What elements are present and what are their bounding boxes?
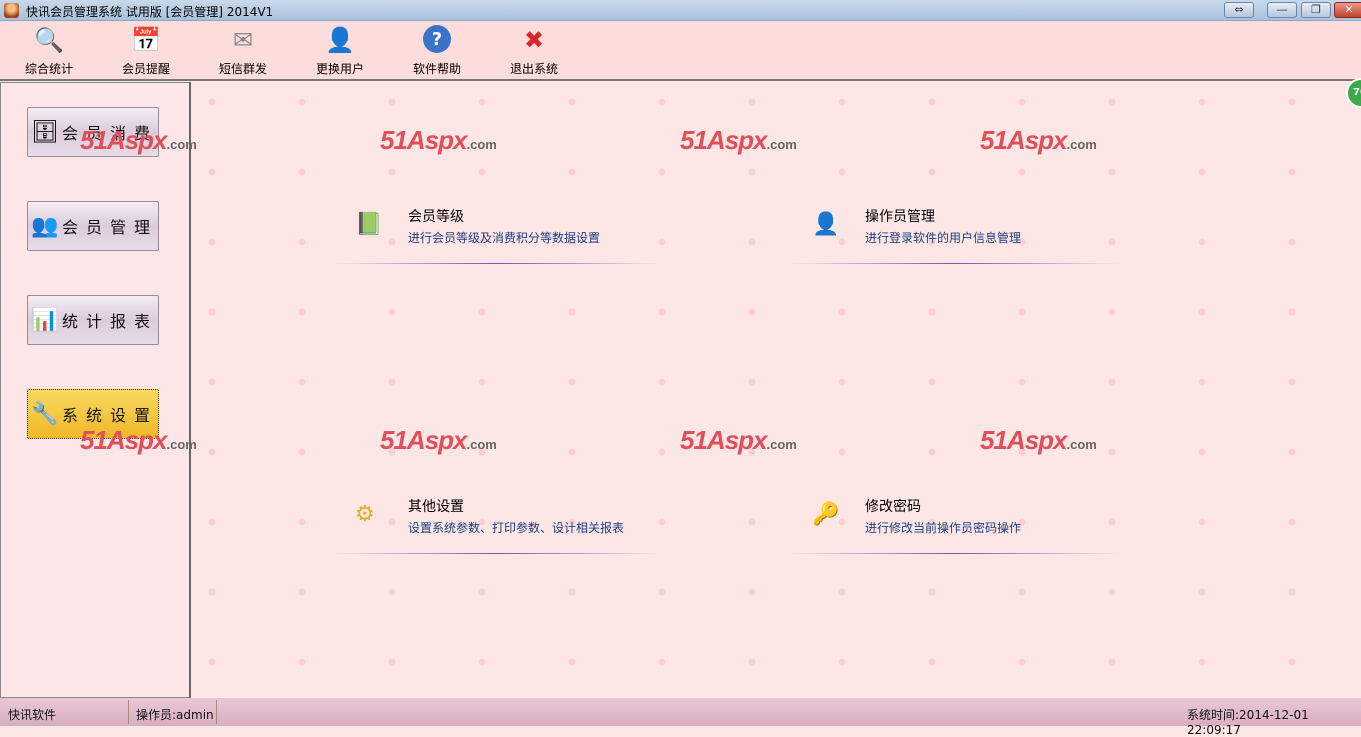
card-desc: 设置系统参数、打印参数、设计相关报表	[408, 521, 625, 535]
card-title: 操作员管理	[865, 209, 935, 225]
title-bar: 快讯会员管理系统 试用版 [会员管理] 2014V1 ⇔ — ❐ ✕	[0, 0, 1361, 21]
users-gear-icon: 👥	[31, 213, 59, 239]
sidebar-item-label: 会员消费	[62, 124, 159, 143]
toolbar-label: 退出系统	[509, 62, 558, 76]
toolbar-label: 更换用户	[315, 62, 364, 76]
toolbar-stats-button[interactable]: 🔍 综合统计	[14, 25, 84, 77]
toolbar: 🔍 综合统计 📅 会员提醒 ✉ 短信群发 👤 更换用户 ? 软件帮助 ✖ 退出系统	[0, 21, 1361, 81]
database-add-icon: 🗄	[31, 119, 59, 145]
exit-x-icon: ✖	[523, 26, 545, 54]
switch-user-icon: 👤	[325, 26, 355, 54]
card-desc: 进行会员等级及消费积分等数据设置	[408, 231, 601, 245]
toolbar-switch-user-button[interactable]: 👤 更换用户	[305, 25, 375, 77]
sidebar-item-reports[interactable]: 📊 统计报表	[27, 295, 159, 345]
calendar-clock-icon: 📅	[131, 26, 161, 54]
envelope-icon: ✉	[232, 26, 254, 54]
resize-button[interactable]: ⇔	[1224, 2, 1254, 18]
toolbar-label: 综合统计	[24, 62, 73, 76]
card-change-password[interactable]: 🔑 修改密码进行修改当前操作员密码操作	[790, 484, 1118, 554]
sidebar-item-member-consume[interactable]: 🗄 会员消费	[27, 107, 159, 157]
card-other-settings[interactable]: ⚙ 其他设置设置系统参数、打印参数、设计相关报表	[333, 484, 661, 554]
card-desc: 进行登录软件的用户信息管理	[865, 231, 1022, 245]
toolbar-label: 软件帮助	[412, 62, 461, 76]
sidebar-item-label: 系统设置	[62, 406, 159, 425]
toolbar-sms-button[interactable]: ✉ 短信群发	[208, 25, 278, 77]
app-icon	[4, 3, 19, 18]
operator-icon: 👤	[812, 212, 840, 237]
gear-icon: ⚙	[355, 502, 375, 527]
toolbar-label: 短信群发	[218, 62, 267, 76]
toolbar-exit-button[interactable]: ✖ 退出系统	[499, 25, 569, 77]
green-book-icon: 📗	[355, 212, 383, 237]
toolbar-label: 会员提醒	[121, 62, 170, 76]
minimize-button[interactable]: —	[1267, 2, 1297, 18]
tools-icon: 🔧	[31, 401, 59, 427]
sidebar: 🗄 会员消费 👥 会员管理 📊 统计报表 🔧 系统设置	[0, 82, 191, 698]
card-title: 会员等级	[408, 209, 464, 225]
status-operator: 操作员:admin	[136, 708, 214, 722]
main-panel: 📗 会员等级进行会员等级及消费积分等数据设置 👤 操作员管理进行登录软件的用户信息管…	[192, 82, 1361, 698]
card-title: 其他设置	[408, 499, 464, 515]
toolbar-reminder-button[interactable]: 📅 会员提醒	[111, 25, 181, 77]
report-magnifier-icon: 📊	[31, 307, 59, 333]
sidebar-item-settings[interactable]: 🔧 系统设置	[27, 389, 159, 439]
maximize-button[interactable]: ❐	[1301, 2, 1331, 18]
toolbar-help-button[interactable]: ? 软件帮助	[402, 25, 472, 77]
card-operator-manage[interactable]: 👤 操作员管理进行登录软件的用户信息管理	[790, 194, 1118, 264]
card-title: 修改密码	[865, 499, 921, 515]
help-icon: ?	[423, 25, 451, 53]
stats-magnifier-icon: 🔍	[34, 26, 64, 54]
close-button[interactable]: ✕	[1334, 2, 1361, 18]
sidebar-item-label: 会员管理	[62, 218, 159, 237]
status-time: 系统时间:2014-12-01 22:09:17	[1187, 708, 1309, 737]
status-company: 快讯软件	[8, 708, 57, 722]
key-icon: 🔑	[812, 502, 840, 527]
window-title: 快讯会员管理系统 试用版 [会员管理] 2014V1	[26, 5, 274, 19]
status-bar: 快讯软件 操作员:admin 系统时间:2014-12-01 22:09:17	[0, 698, 1361, 737]
sidebar-item-member-manage[interactable]: 👥 会员管理	[27, 201, 159, 251]
card-desc: 进行修改当前操作员密码操作	[865, 521, 1022, 535]
card-member-level[interactable]: 📗 会员等级进行会员等级及消费积分等数据设置	[333, 194, 661, 264]
sidebar-item-label: 统计报表	[62, 312, 159, 331]
